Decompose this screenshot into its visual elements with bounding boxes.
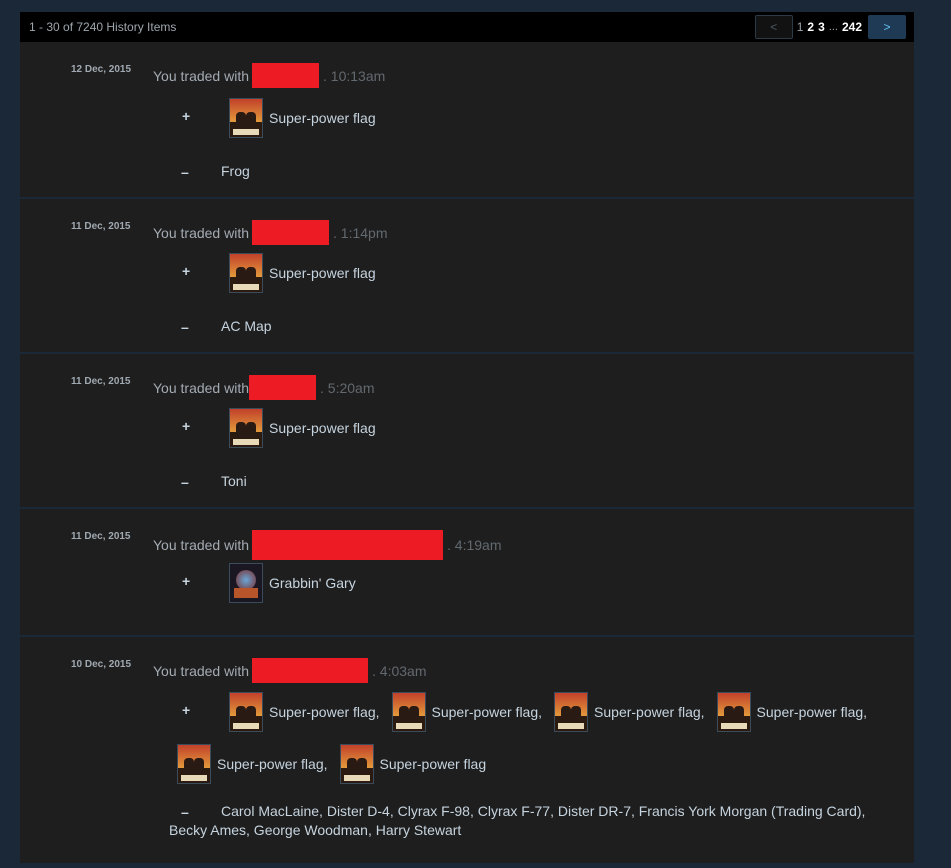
received-items: Super-power flag, Super-power flag, Supe… — [229, 692, 879, 732]
received-items: Grabbin' Gary — [229, 563, 368, 603]
received-plus-icon: + — [182, 263, 191, 279]
item-super-power-flag[interactable]: Super-power flag — [229, 98, 376, 138]
item-super-power-flag[interactable]: Super-power flag — [229, 408, 376, 448]
received-items: Super-power flag — [229, 253, 388, 293]
item-super-power-flag[interactable]: Super-power flag, — [229, 692, 380, 732]
item-name: Super-power flag — [269, 265, 376, 281]
received-plus-icon: + — [182, 418, 191, 434]
received-items-continued: Super-power flag, Super-power flag — [177, 744, 498, 784]
item-thumbnail-icon — [229, 98, 263, 138]
trade-row: 11 Dec, 2015 You traded with . 4:19am + … — [20, 509, 914, 637]
trade-time: . 4:03am — [372, 662, 427, 679]
received-plus-icon: + — [182, 702, 191, 718]
redacted-username — [252, 530, 443, 560]
page-link-last[interactable]: 242 — [842, 20, 862, 34]
trade-history-panel: 1 - 30 of 7240 History Items < 1 2 3 ...… — [20, 12, 914, 865]
given-items-line1[interactable]: Carol MacLaine, Dister D-4, Clyrax F-98,… — [221, 803, 865, 819]
page-link-2[interactable]: 2 — [807, 20, 814, 34]
item-thumbnail-icon — [339, 744, 374, 784]
given-item[interactable]: AC Map — [221, 318, 272, 334]
trade-headline-text: You traded with — [153, 537, 249, 553]
trade-row: 10 Dec, 2015 You traded with . 4:03am + … — [20, 637, 914, 865]
given-minus-icon: – — [181, 804, 189, 820]
history-toolbar: 1 - 30 of 7240 History Items < 1 2 3 ...… — [20, 12, 914, 42]
item-name: Super-power flag, — [431, 704, 543, 720]
trade-headline-text: You traded with — [153, 662, 249, 679]
given-minus-icon: – — [181, 474, 189, 490]
item-name: Super-power flag, — [217, 756, 328, 772]
given-minus-icon: – — [181, 164, 189, 180]
next-page-button[interactable]: > — [868, 15, 906, 39]
given-items-line2[interactable]: Becky Ames, George Woodman, Harry Stewar… — [169, 822, 461, 838]
item-thumbnail-icon — [229, 692, 263, 732]
trade-time: . 5:20am — [320, 379, 375, 396]
trade-time: . 4:19am — [447, 537, 502, 553]
item-name: Super-power flag — [269, 420, 376, 436]
item-name: Super-power flag, — [756, 704, 868, 720]
redacted-username — [252, 658, 368, 683]
item-name: Super-power flag — [269, 110, 376, 126]
received-items: Super-power flag — [229, 408, 388, 448]
trade-headline-text: You traded with — [153, 67, 249, 84]
page-link-1[interactable]: 1 — [797, 20, 804, 34]
item-super-power-flag[interactable]: Super-power flag, — [391, 692, 543, 732]
trade-row: 11 Dec, 2015 You traded with . 1:14pm + … — [20, 199, 914, 354]
trade-headline-text: You traded with — [153, 224, 249, 241]
redacted-username — [252, 63, 319, 88]
redacted-username — [252, 220, 329, 245]
item-thumbnail-icon — [229, 408, 263, 448]
given-minus-icon: – — [181, 319, 189, 335]
item-thumbnail-icon — [554, 692, 589, 732]
given-item[interactable]: Toni — [221, 473, 247, 489]
item-super-power-flag[interactable]: Super-power flag, — [716, 692, 868, 732]
item-name: Grabbin' Gary — [269, 575, 356, 591]
item-super-power-flag[interactable]: Super-power flag — [339, 744, 487, 784]
page-link-3[interactable]: 3 — [818, 20, 825, 34]
item-super-power-flag[interactable]: Super-power flag, — [554, 692, 705, 732]
trade-headline: You traded with . 10:13am — [153, 63, 385, 88]
trade-row: 11 Dec, 2015 You traded with . 5:20am + … — [20, 354, 914, 509]
item-name: Super-power flag, — [594, 704, 705, 720]
trade-headline: You traded with . 4:19am — [153, 530, 501, 560]
trade-headline: You traded with . 1:14pm — [153, 220, 387, 245]
item-super-power-flag[interactable]: Super-power flag — [229, 253, 376, 293]
prev-page-button[interactable]: < — [754, 15, 793, 39]
item-thumbnail-icon — [391, 692, 426, 732]
trade-date: 10 Dec, 2015 — [71, 659, 132, 670]
trade-date: 11 Dec, 2015 — [71, 376, 131, 387]
trade-row: 12 Dec, 2015 You traded with . 10:13am +… — [20, 42, 914, 199]
trade-time: . 10:13am — [323, 67, 386, 84]
trade-headline: You traded with . 4:03am — [153, 658, 426, 683]
received-plus-icon: + — [182, 108, 191, 124]
item-thumbnail-icon — [177, 744, 211, 784]
trade-headline-text: You traded with — [153, 379, 249, 396]
history-count: 1 - 30 of 7240 History Items — [29, 20, 177, 34]
pagination: < 1 2 3 ... 242 > — [754, 15, 906, 39]
trade-date: 12 Dec, 2015 — [71, 64, 132, 75]
page-ellipsis: ... — [828, 21, 838, 33]
item-name: Super-power flag — [379, 756, 487, 772]
item-grabbin-gary[interactable]: Grabbin' Gary — [229, 563, 356, 603]
given-item[interactable]: Frog — [221, 163, 250, 179]
trade-time: . 1:14pm — [333, 224, 388, 241]
redacted-username — [249, 375, 316, 400]
received-plus-icon: + — [182, 573, 191, 589]
trade-headline: You traded with . 5:20am — [153, 375, 374, 400]
item-thumbnail-icon — [716, 692, 751, 732]
item-thumbnail-icon — [229, 563, 263, 603]
item-super-power-flag[interactable]: Super-power flag, — [177, 744, 328, 784]
item-name: Super-power flag, — [269, 704, 380, 720]
item-thumbnail-icon — [229, 253, 263, 293]
trade-date: 11 Dec, 2015 — [71, 221, 131, 232]
trade-date: 11 Dec, 2015 — [71, 531, 131, 542]
received-items: Super-power flag — [229, 98, 388, 138]
